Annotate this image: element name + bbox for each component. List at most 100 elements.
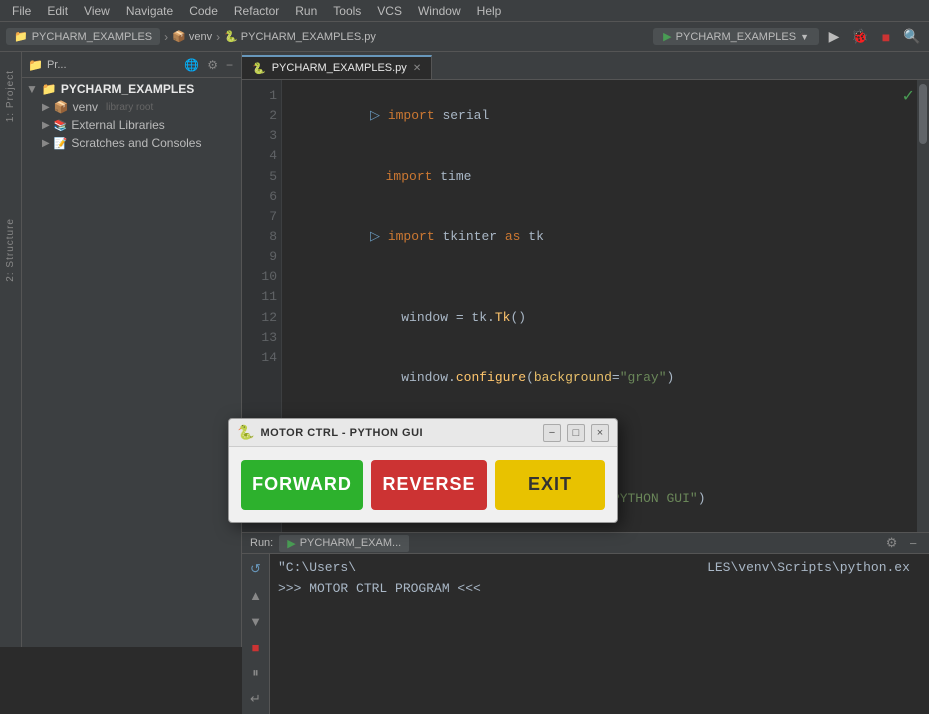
gui-title-icon: 🐍 [237,424,254,441]
gui-forward-button[interactable]: FORWARD [241,460,363,510]
run-settings-btn[interactable]: ⚙ [882,533,902,553]
code-line-3: ▷ import tkinter as tk [292,207,907,267]
line-num-7: 7 [246,207,277,227]
code-line-4 [292,267,907,287]
run-config[interactable]: ▶ PYCHARM_EXAMPLES ▼ [653,28,819,45]
gui-minimize-btn[interactable]: − [543,424,561,442]
tree-item-expand-icon: ▶ [42,102,50,113]
tree-root-label: PYCHARM_EXAMPLES [61,82,194,96]
run-wrap-btn[interactable]: ↵ [245,688,267,710]
line-num-14: 14 [246,348,277,368]
gui-window: 🐍 MOTOR CTRL - PYTHON GUI − □ × FORWARD … [228,418,618,523]
run-config-label: PYCHARM_EXAMPLES [676,31,796,43]
line-num-4: 4 [246,146,277,166]
tree-scratches-label: Scratches and Consoles [71,136,201,150]
tab-label: PYCHARM_EXAMPLES.py [272,62,407,74]
menu-vcs[interactable]: VCS [369,2,410,20]
run-up-btn[interactable]: ▲ [245,584,267,606]
code-line-9 [292,529,907,532]
tree-item-venv[interactable]: ▶ 📦 venv library root [22,98,241,116]
line-num-11: 11 [246,287,277,307]
toolbar-right: ▶ PYCHARM_EXAMPLES ▼ ▶ 🐞 ■ 🔍 [653,26,923,48]
editor-tabs: 🐍 PYCHARM_EXAMPLES.py ✕ [242,52,929,80]
project-panel: 📁 Pr... 🌐 ⚙ − ▼ 📁 PYCHARM_EXAMPLES ▶ 📦 v… [22,52,242,647]
gui-exit-button[interactable]: EXIT [495,460,605,510]
scrollbar-thumb [919,84,927,144]
code-line-1: ▷ import serial [292,86,907,146]
line-num-6: 6 [246,187,277,207]
project-name: PYCHARM_EXAMPLES [32,31,152,43]
line-num-13: 13 [246,328,277,348]
tree-venv-label: venv [73,100,98,114]
project-label[interactable]: 📁 PYCHARM_EXAMPLES [6,28,160,45]
tree-venv-folder-icon: 📦 [54,100,69,114]
toolbar-path: 📦 venv [172,30,212,43]
line-num-2: 2 [246,106,277,126]
tree-item-scratches[interactable]: ▶ 📝 Scratches and Consoles [22,134,241,152]
tree-extlibs-label: External Libraries [71,118,164,132]
toolbar-breadcrumb-sep: › [164,30,168,44]
gui-close-btn[interactable]: × [591,424,609,442]
run-side-buttons: ↺ ▲ ▼ ■ ⏸ ↵ [242,554,270,714]
line-num-5: 5 [246,167,277,187]
menu-tools[interactable]: Tools [325,2,369,20]
project-minimize-btn[interactable]: − [224,56,235,74]
menu-refactor[interactable]: Refactor [226,2,287,20]
search-button[interactable]: 🔍 [901,26,923,48]
run-restart-btn[interactable]: ↺ [245,558,267,580]
code-line-2: import time [292,146,907,206]
tab-close-icon[interactable]: ✕ [413,63,421,74]
run-output-line-2: >>> MOTOR CTRL PROGRAM <<< [278,579,921,600]
menu-file[interactable]: File [4,2,39,20]
tab-py-icon: 🐍 [252,62,266,75]
vertical-tabs: 1: Project 2: Structure [0,52,22,647]
project-settings-btn[interactable]: 🌐 [182,56,201,74]
gui-body: FORWARD REVERSE EXIT [229,447,617,522]
run-close-btn[interactable]: − [905,534,921,553]
tree-root[interactable]: ▼ 📁 PYCHARM_EXAMPLES [22,80,241,98]
tree-scratches-icon: 📝 [54,137,68,150]
gui-reverse-button[interactable]: REVERSE [371,460,487,510]
menu-help[interactable]: Help [469,2,510,20]
menu-code[interactable]: Code [181,2,226,20]
run-header-right: ⚙ − [882,533,921,553]
venv-icon: 📦 [172,30,186,43]
menu-run[interactable]: Run [287,2,325,20]
py-file-icon: 🐍 [224,30,238,43]
editor-tab-main[interactable]: 🐍 PYCHARM_EXAMPLES.py ✕ [242,55,432,79]
run-output-line-1: "C:\Users\ LES\venv\Scripts\python.ex [278,558,921,579]
venv-label: venv [189,31,212,43]
run-pause-btn[interactable]: ⏸ [245,662,267,684]
toolbar-breadcrumb-sep2: › [216,30,220,44]
tree-root-expand-icon: ▼ [26,82,38,96]
run-tab[interactable]: ▶ PYCHARM_EXAM... [279,535,409,552]
menu-navigate[interactable]: Navigate [118,2,181,20]
vtab-project[interactable]: 1: Project [2,62,19,130]
code-line-5: window = tk.Tk() [292,287,907,347]
menu-window[interactable]: Window [410,2,469,20]
run-body: ↺ ▲ ▼ ■ ⏸ ↵ "C:\Users\ LES\venv\Scripts\… [242,554,929,714]
tree-venv-sublabel: library root [106,102,153,113]
project-header: 📁 Pr... 🌐 ⚙ − [22,52,241,78]
run-button[interactable]: ▶ [823,26,845,48]
toolbar-file-path: 🐍 PYCHARM_EXAMPLES.py [224,30,376,43]
run-stop-btn[interactable]: ■ [245,636,267,658]
gui-restore-btn[interactable]: □ [567,424,585,442]
main-layout: 1: Project 2: Structure 📁 Pr... 🌐 ⚙ − ▼ … [0,52,929,647]
stop-button[interactable]: ■ [875,26,897,48]
tree-item-extlibs[interactable]: ▶ 📚 External Libraries [22,116,241,134]
editor-area: 🐍 PYCHARM_EXAMPLES.py ✕ 1 2 3 4 5 6 7 8 … [242,52,929,647]
menu-view[interactable]: View [76,2,118,20]
editor-scrollbar[interactable]: ✓ [917,80,929,532]
run-label: Run: [250,537,273,549]
project-folder-icon: 📁 [14,30,28,43]
run-down-btn[interactable]: ▼ [245,610,267,632]
project-gear-btn[interactable]: ⚙ [205,56,220,74]
vtab-structure[interactable]: 2: Structure [2,210,19,290]
file-label: PYCHARM_EXAMPLES.py [241,31,376,43]
run-config-icon: ▶ [663,30,671,43]
line-num-9: 9 [246,247,277,267]
run-output: "C:\Users\ LES\venv\Scripts\python.ex >>… [270,554,929,714]
menu-edit[interactable]: Edit [39,2,76,20]
debug-button[interactable]: 🐞 [849,26,871,48]
